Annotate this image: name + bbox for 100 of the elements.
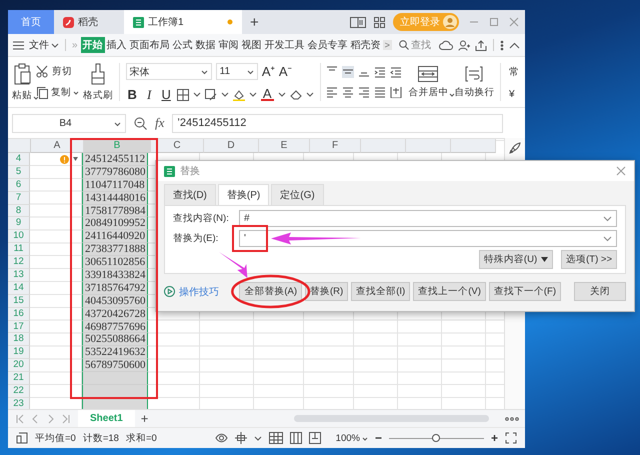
number-format-select[interactable]: 常 — [507, 64, 522, 78]
page-break-icon[interactable] — [308, 432, 321, 444]
page-layout-icon[interactable] — [290, 432, 302, 444]
caret-icon[interactable] — [306, 91, 314, 98]
normal-view-icon[interactable] — [268, 432, 283, 444]
dialog-button[interactable]: 查找全部(I) — [351, 282, 410, 301]
underline-button[interactable]: U — [160, 88, 173, 101]
caret-icon[interactable] — [73, 157, 78, 162]
caret-icon[interactable] — [248, 91, 257, 98]
input-field[interactable]: # — [239, 210, 617, 227]
column-header[interactable]: A — [31, 139, 84, 153]
horizontal-scrollbar[interactable] — [294, 415, 489, 422]
format-painter-button[interactable]: 格式刷 — [83, 62, 113, 102]
cloud-icon[interactable] — [439, 40, 453, 50]
caret-icon[interactable] — [278, 91, 286, 98]
align-left-icon[interactable] — [326, 86, 338, 98]
align-middle-icon[interactable] — [342, 66, 354, 78]
clipboard-icon — [13, 62, 31, 84]
distribute-icon[interactable] — [390, 86, 402, 98]
rocket-icon[interactable] — [509, 142, 521, 154]
share-icon[interactable] — [475, 40, 487, 50]
menu-icon[interactable] — [13, 40, 24, 50]
slider-thumb[interactable] — [432, 434, 440, 442]
scroll-tabs-button[interactable]: > — [382, 40, 392, 50]
input-field[interactable]: ' — [239, 230, 617, 247]
outdent-icon[interactable] — [390, 66, 402, 78]
zoom-in-button[interactable]: + — [490, 431, 498, 445]
ribbon-tab[interactable]: 数据 — [194, 37, 217, 53]
italic-button[interactable]: I — [142, 88, 156, 101]
new-tab-button[interactable]: + — [242, 14, 267, 30]
dialog-tab[interactable]: 替换(P) — [218, 184, 270, 205]
special-content-button[interactable]: 特殊内容(U) — [478, 250, 554, 269]
paste-button[interactable]: 粘贴 — [12, 62, 32, 102]
apps-grid-icon[interactable] — [374, 16, 385, 28]
dialog-button[interactable]: 全部替换(A) — [239, 282, 302, 301]
currency-button[interactable]: ¥ — [507, 88, 522, 100]
align-right-icon[interactable] — [358, 86, 370, 98]
indent-icon[interactable] — [374, 66, 386, 78]
options-button[interactable]: 选项(T) >> — [561, 250, 617, 269]
fill-color-icon[interactable] — [232, 88, 245, 100]
ribbon-tab[interactable]: 稻壳资 — [350, 37, 382, 53]
eraser-icon[interactable] — [290, 88, 302, 100]
document-tab[interactable]: 稻壳 — [54, 10, 118, 34]
column-header[interactable]: E — [259, 139, 310, 153]
fullscreen-icon[interactable] — [505, 432, 517, 444]
crosshair-icon[interactable] — [234, 432, 247, 444]
dialog-button[interactable]: 关闭 — [574, 282, 626, 301]
document-tab[interactable]: 工作簿1 — [124, 10, 242, 34]
scissors-icon — [36, 65, 50, 78]
layout-icon[interactable] — [350, 16, 366, 28]
align-center-icon[interactable] — [342, 86, 354, 98]
font-size-select[interactable]: 11 — [216, 63, 258, 80]
dialog-tab[interactable]: 查找(D) — [164, 184, 216, 205]
ribbon-tab[interactable]: 页面布局 — [128, 37, 171, 53]
ribbon-tab[interactable]: 会员专享 — [306, 37, 349, 53]
dialog-button[interactable]: 查找上一个(V) — [413, 282, 486, 301]
caret-icon[interactable] — [220, 91, 229, 98]
zoom-out-button[interactable]: − — [374, 431, 382, 445]
shrink-font-button[interactable]: A⁻ — [278, 65, 292, 78]
person-icon[interactable] — [458, 40, 470, 50]
zoom-icon[interactable] — [134, 116, 147, 130]
cell-style-icon[interactable] — [204, 88, 217, 100]
font-color-button[interactable]: A — [260, 88, 274, 101]
name-box[interactable]: B4 — [12, 114, 126, 132]
more-options-icon[interactable] — [505, 416, 519, 420]
function-label[interactable]: fx — [155, 115, 164, 131]
font-select[interactable]: 宋体 — [126, 63, 212, 80]
borders-icon[interactable] — [176, 88, 189, 100]
table-cell: 30651102856 — [82, 256, 148, 270]
dialog-button[interactable]: 替换(R) — [305, 282, 348, 301]
merge-center-button[interactable]: 合并居中 — [408, 66, 448, 98]
justify-icon[interactable] — [374, 86, 386, 98]
copy-button[interactable]: 复制 — [36, 86, 79, 99]
bold-button[interactable]: B — [126, 88, 139, 101]
ribbon-tab[interactable]: 公式 — [172, 37, 194, 53]
eye-icon[interactable] — [214, 433, 228, 443]
more-icon[interactable] — [500, 40, 504, 50]
macro-icon[interactable] — [16, 432, 28, 444]
column-header[interactable]: D — [204, 139, 259, 153]
ribbon-tab[interactable]: 开发工具 — [264, 37, 306, 53]
wrap-text-button[interactable]: 自动换行 — [454, 66, 494, 98]
ribbon-tab[interactable]: 插入 — [106, 37, 128, 53]
cut-button[interactable]: 剪切 — [36, 65, 79, 78]
dialog-tab[interactable]: 定位(G) — [271, 184, 324, 205]
caret-icon[interactable] — [192, 91, 201, 98]
dialog-button[interactable]: 查找下一个(F) — [488, 282, 561, 301]
formula-field[interactable]: ’24512455112 — [172, 114, 503, 132]
zoom-level-button[interactable]: 100% — [336, 432, 368, 444]
add-sheet-button[interactable]: + — [140, 411, 148, 426]
caret-icon — [603, 236, 612, 242]
caret-icon[interactable] — [254, 434, 262, 442]
grow-font-button[interactable]: A⁺ — [262, 65, 275, 78]
collapse-icon[interactable] — [509, 42, 520, 48]
column-header[interactable]: C — [151, 139, 204, 153]
tips-link[interactable]: 操作技巧 — [164, 284, 219, 298]
ribbon-tab[interactable]: 视图 — [240, 37, 263, 53]
ribbon-tab[interactable]: 审阅 — [218, 37, 240, 53]
file-menu[interactable]: 文件 — [27, 38, 61, 52]
close-icon[interactable] — [616, 166, 626, 176]
column-header[interactable]: F — [310, 139, 361, 153]
